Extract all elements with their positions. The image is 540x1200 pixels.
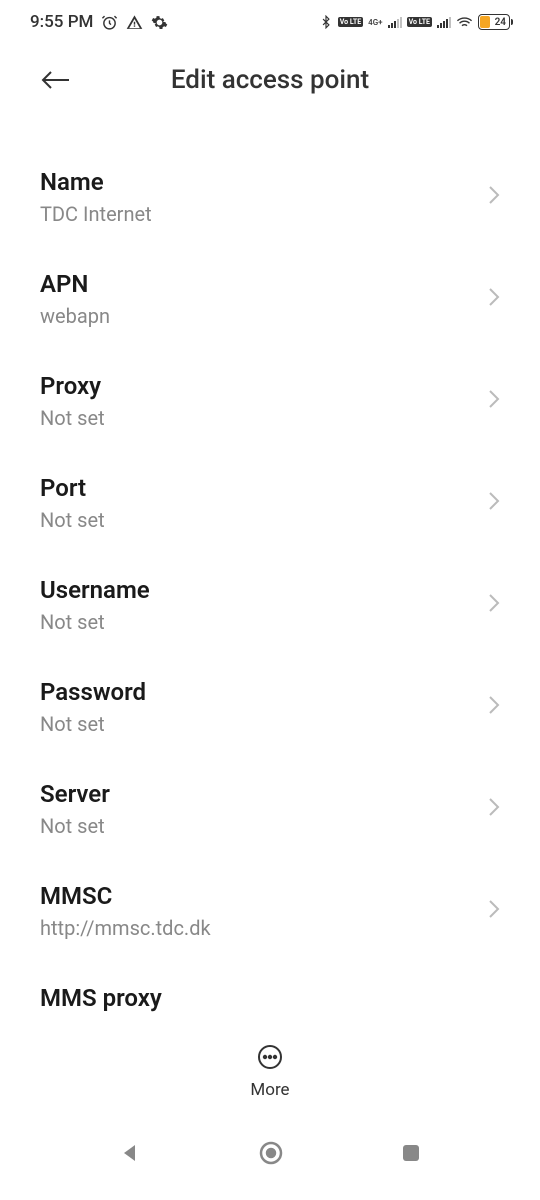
chevron-right-icon: [488, 389, 500, 413]
page-title: Edit access point: [171, 65, 369, 95]
item-value: Not set: [40, 508, 105, 532]
item-port[interactable]: Port Not set: [40, 452, 500, 554]
chevron-right-icon: [488, 899, 500, 923]
item-label: Port: [40, 474, 105, 502]
nav-recent-button[interactable]: [401, 1143, 421, 1167]
status-right: Vo LTE 4G+ Vo LTE 24: [319, 14, 510, 31]
chevron-right-icon: [488, 593, 500, 617]
item-value: Not set: [40, 712, 146, 736]
volte-badge-2: Vo LTE: [407, 17, 432, 27]
item-label: Name: [40, 168, 152, 196]
item-apn[interactable]: APN webapn: [40, 248, 500, 350]
item-password[interactable]: Password Not set: [40, 656, 500, 758]
item-label: Proxy: [40, 372, 105, 400]
item-label: APN: [40, 270, 110, 298]
chevron-right-icon: [488, 287, 500, 311]
item-value: TDC Internet: [40, 202, 152, 226]
chevron-right-icon: [488, 797, 500, 821]
bluetooth-icon: [319, 15, 333, 29]
wifi-icon: [456, 14, 473, 31]
signal-bars-2: [437, 16, 451, 28]
signal-bars-1: [388, 16, 402, 28]
item-label: Username: [40, 576, 150, 604]
network-type: 4G+: [368, 18, 382, 27]
status-left: 9:55 PM: [30, 12, 168, 32]
item-name[interactable]: Name TDC Internet: [40, 146, 500, 248]
item-proxy[interactable]: Proxy Not set: [40, 350, 500, 452]
back-button[interactable]: [40, 64, 72, 96]
item-label: MMSC: [40, 882, 211, 910]
header: Edit access point: [0, 44, 540, 116]
warning-icon: [126, 14, 143, 31]
item-value: webapn: [40, 304, 110, 328]
battery-icon: 24: [478, 14, 510, 30]
item-value: Not set: [40, 814, 110, 838]
nav-home-button[interactable]: [258, 1140, 284, 1170]
gear-icon: [151, 14, 168, 31]
more-button[interactable]: More: [0, 1034, 540, 1120]
navigation-bar: [0, 1120, 540, 1200]
more-icon: [257, 1044, 283, 1074]
item-mmsc[interactable]: MMSC http://mmsc.tdc.dk: [40, 860, 500, 962]
item-value: Not set: [40, 610, 150, 634]
item-label: MMS proxy: [40, 984, 162, 1012]
chevron-right-icon: [488, 695, 500, 719]
battery-level: 24: [495, 17, 506, 28]
item-username[interactable]: Username Not set: [40, 554, 500, 656]
chevron-right-icon: [488, 491, 500, 515]
item-label: Password: [40, 678, 146, 706]
item-server[interactable]: Server Not set: [40, 758, 500, 860]
item-label: Server: [40, 780, 110, 808]
item-value: http://mmsc.tdc.dk: [40, 916, 211, 940]
chevron-right-icon: [488, 185, 500, 209]
nav-back-button[interactable]: [119, 1142, 141, 1168]
settings-list: Name TDC Internet APN webapn Proxy Not s…: [0, 116, 540, 1034]
item-value: Not set: [40, 406, 105, 430]
alarm-icon: [101, 14, 118, 31]
status-time: 9:55 PM: [30, 12, 93, 32]
more-label: More: [250, 1080, 289, 1100]
bottom-bar: More: [0, 1024, 540, 1200]
status-bar: 9:55 PM Vo LTE 4G+ Vo LTE 24: [0, 0, 540, 44]
volte-badge-1: Vo LTE: [338, 17, 363, 27]
